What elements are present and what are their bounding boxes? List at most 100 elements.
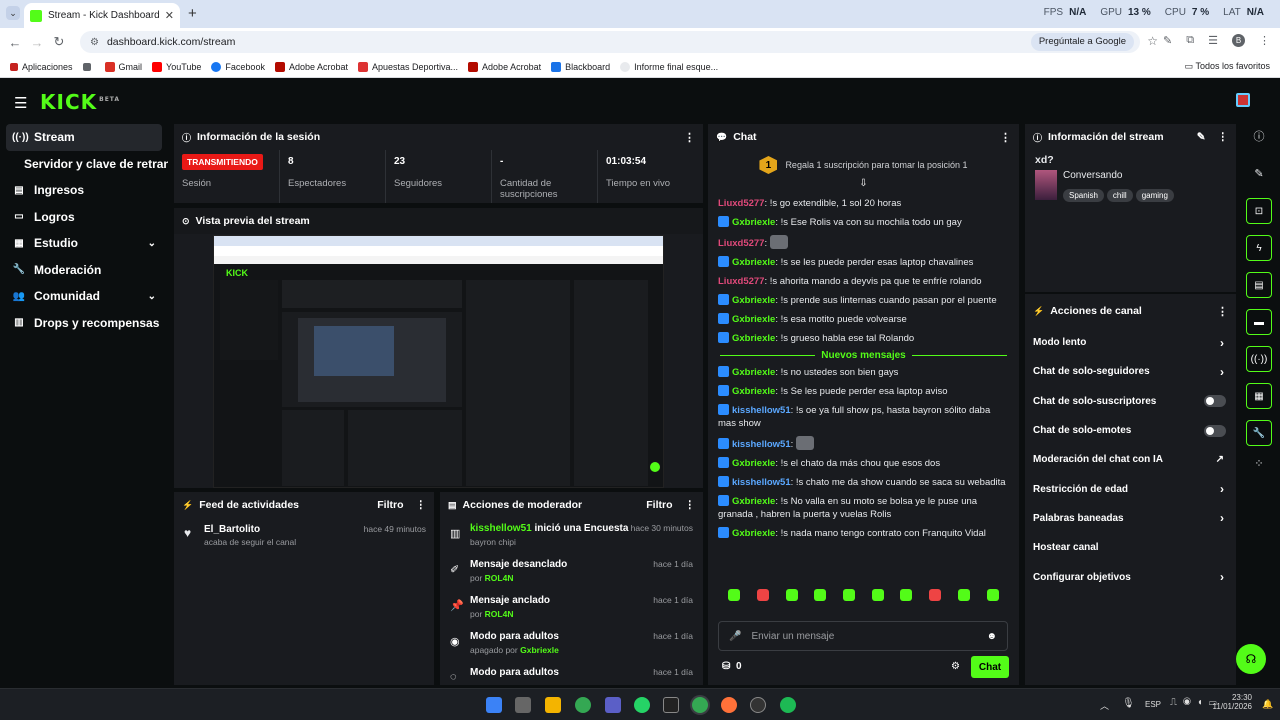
ask-google-button[interactable]: Pregúntale a Google bbox=[1030, 33, 1134, 51]
chat-username[interactable]: Gxbriexle bbox=[732, 295, 775, 306]
profile-avatar[interactable]: B bbox=[1232, 34, 1245, 47]
store-icon[interactable] bbox=[515, 697, 531, 713]
sidebar-item-moderación[interactable]: 🔧 Moderación bbox=[0, 257, 168, 284]
teams-icon[interactable] bbox=[605, 697, 621, 713]
chat-username[interactable]: Gxbriexle bbox=[732, 496, 775, 507]
browser-tab[interactable]: Stream - Kick Dashboard ✕ bbox=[24, 3, 180, 28]
info-icon[interactable]: ⓘ bbox=[1242, 124, 1276, 150]
mod-filter-button[interactable]: Filtro bbox=[646, 499, 672, 511]
emote-icon[interactable] bbox=[871, 589, 884, 601]
browser-menu-icon[interactable]: ⋮ bbox=[1259, 34, 1270, 47]
bookmark-adobe-acrobat[interactable]: Adobe Acrobat bbox=[274, 61, 348, 72]
more-options-icon[interactable]: ⋮ bbox=[1000, 131, 1011, 144]
bookmark-facebook[interactable]: Facebook bbox=[211, 61, 265, 72]
tray-chevron-icon[interactable]: ︿ bbox=[1100, 699, 1109, 712]
sidebar-item-stream[interactable]: ((·)) Stream bbox=[6, 124, 162, 151]
scroll-down-icon[interactable]: ⇩ bbox=[708, 178, 1019, 192]
more-options-icon[interactable]: ⋮ bbox=[416, 499, 427, 511]
start-icon[interactable] bbox=[486, 697, 502, 713]
sidebar-item-comunidad[interactable]: 👥 Comunidad ⌄ bbox=[0, 283, 168, 310]
emote-icon[interactable] bbox=[900, 589, 913, 601]
chrome-active-icon[interactable] bbox=[692, 697, 708, 713]
more-options-icon[interactable]: ⋮ bbox=[1217, 305, 1228, 318]
chat-settings-icon[interactable]: ⚙ bbox=[951, 661, 960, 672]
send-chat-button[interactable]: Chat bbox=[971, 656, 1009, 678]
obs-icon[interactable] bbox=[750, 697, 766, 713]
broadcast-icon[interactable]: ((·)) bbox=[1246, 346, 1272, 372]
chat-username[interactable]: Liuxd5277 bbox=[718, 198, 764, 209]
mod-user[interactable]: ROL4N bbox=[485, 573, 514, 583]
spotify-icon[interactable] bbox=[780, 697, 796, 713]
channel-action-chat-de-solo-seguidores[interactable]: Chat de solo-seguidores › bbox=[1025, 357, 1236, 386]
site-info-icon[interactable]: ⚙ bbox=[90, 37, 99, 48]
capcut-icon[interactable] bbox=[663, 697, 679, 713]
tag-chip[interactable]: gaming bbox=[1135, 189, 1174, 202]
emote-icon[interactable] bbox=[929, 589, 942, 601]
bookmark-grid-icon[interactable] bbox=[82, 62, 95, 71]
chrome-icon[interactable] bbox=[575, 697, 591, 713]
emoji-icon[interactable]: ☻ bbox=[986, 631, 997, 642]
bookmark-gmail[interactable]: Gmail bbox=[104, 61, 142, 72]
more-options-icon[interactable]: ⋮ bbox=[1218, 131, 1229, 143]
sidebar-item-ingresos[interactable]: ▤ Ingresos bbox=[0, 177, 168, 204]
tag-chip[interactable]: chill bbox=[1106, 189, 1133, 202]
emote-icon[interactable] bbox=[785, 589, 798, 601]
chat-username[interactable]: Gxbriexle bbox=[732, 333, 775, 344]
chat-username[interactable]: Gxbriexle bbox=[732, 314, 775, 325]
whatsapp-icon[interactable] bbox=[634, 697, 650, 713]
user-avatar[interactable] bbox=[1236, 93, 1250, 107]
emote-icon[interactable] bbox=[986, 589, 999, 601]
mic-icon[interactable]: 🎤 bbox=[729, 631, 741, 642]
apps-icon[interactable]: ⁘ bbox=[1242, 457, 1276, 470]
emote-icon[interactable] bbox=[957, 589, 970, 601]
lightning-icon[interactable]: ϟ bbox=[1246, 235, 1272, 261]
emote-icon[interactable] bbox=[814, 589, 827, 601]
forward-icon[interactable]: → bbox=[26, 35, 48, 50]
chat-username[interactable]: Gxbriexle bbox=[732, 386, 775, 397]
mod-user[interactable]: kisshellow51 bbox=[470, 523, 532, 534]
notifications-icon[interactable]: 🔔 bbox=[1262, 699, 1273, 710]
toggle-switch[interactable] bbox=[1204, 395, 1226, 408]
chat-username[interactable]: Liuxd5277 bbox=[718, 276, 764, 287]
new-tab-button[interactable]: + bbox=[188, 5, 197, 22]
sidebar-item-servidor[interactable]: Servidor y clave de retransm bbox=[0, 151, 168, 178]
bookmark-star-icon[interactable]: ☆ bbox=[1147, 34, 1158, 48]
chat-username[interactable]: Liuxd5277 bbox=[718, 238, 764, 249]
channel-action-palabras-baneadas[interactable]: Palabras baneadas › bbox=[1025, 504, 1236, 533]
channel-action-moderaci-n-del-chat-con-ia[interactable]: Moderación del chat con IA ↗ bbox=[1025, 445, 1236, 474]
back-icon[interactable]: ← bbox=[4, 35, 26, 50]
channel-action-chat-de-solo-emotes[interactable]: Chat de solo-emotes bbox=[1025, 416, 1236, 445]
chat-username[interactable]: Gxbriexle bbox=[732, 528, 775, 539]
more-options-icon[interactable]: ⋮ bbox=[685, 499, 696, 511]
clipboard-icon[interactable]: ▤ bbox=[1246, 272, 1272, 298]
emote-icon[interactable] bbox=[757, 589, 770, 601]
edit-stream-icon[interactable]: ✎ bbox=[1197, 131, 1206, 143]
emote-icon[interactable] bbox=[728, 589, 741, 601]
support-headset-icon[interactable]: ☊ bbox=[1236, 644, 1266, 674]
capture-icon[interactable]: ⊡ bbox=[1246, 198, 1272, 224]
menu-icon[interactable]: ☰ bbox=[14, 94, 27, 112]
activity-filter-button[interactable]: Filtro bbox=[377, 499, 403, 511]
url-field[interactable]: ⚙ dashboard.kick.com/stream Pregúntale a… bbox=[80, 31, 1158, 53]
category-name[interactable]: Conversando bbox=[1063, 170, 1177, 181]
chat-username[interactable]: kisshellow51 bbox=[732, 405, 791, 416]
sidebar-item-drops[interactable]: ▥ Drops y recompensas bbox=[0, 310, 168, 337]
sidebar-item-logros[interactable]: ▭ Logros bbox=[0, 204, 168, 231]
chat-username[interactable]: Gxbriexle bbox=[732, 257, 775, 268]
pencil-icon[interactable]: ✎ bbox=[1242, 161, 1276, 187]
media-icon[interactable]: ☰ bbox=[1208, 34, 1218, 47]
chat-username[interactable]: kisshellow51 bbox=[732, 477, 791, 488]
stream-preview-video[interactable]: KICK bbox=[213, 235, 664, 488]
channel-action-chat-de-solo-suscriptores[interactable]: Chat de solo-suscriptores bbox=[1025, 387, 1236, 416]
wrench-icon[interactable]: 🔧 bbox=[1246, 420, 1272, 446]
chat-bubble-icon[interactable]: ▬ bbox=[1246, 309, 1272, 335]
clock[interactable]: 23:30 11/01/2026 bbox=[1208, 693, 1252, 711]
language-indicator[interactable]: ESP bbox=[1145, 700, 1161, 709]
toggle-switch[interactable] bbox=[1204, 424, 1226, 437]
channel-action-modo-lento[interactable]: Modo lento › bbox=[1025, 328, 1236, 357]
bookmark-apuestas[interactable]: Apuestas Deportiva... bbox=[358, 61, 458, 72]
channel-points[interactable]: ⛁ 0 bbox=[722, 661, 742, 672]
bookmark-adobe-acrobat-2[interactable]: Adobe Acrobat bbox=[468, 61, 541, 72]
new-messages-divider[interactable]: Nuevos mensajes bbox=[708, 348, 1019, 363]
emote-icon[interactable] bbox=[843, 589, 856, 601]
